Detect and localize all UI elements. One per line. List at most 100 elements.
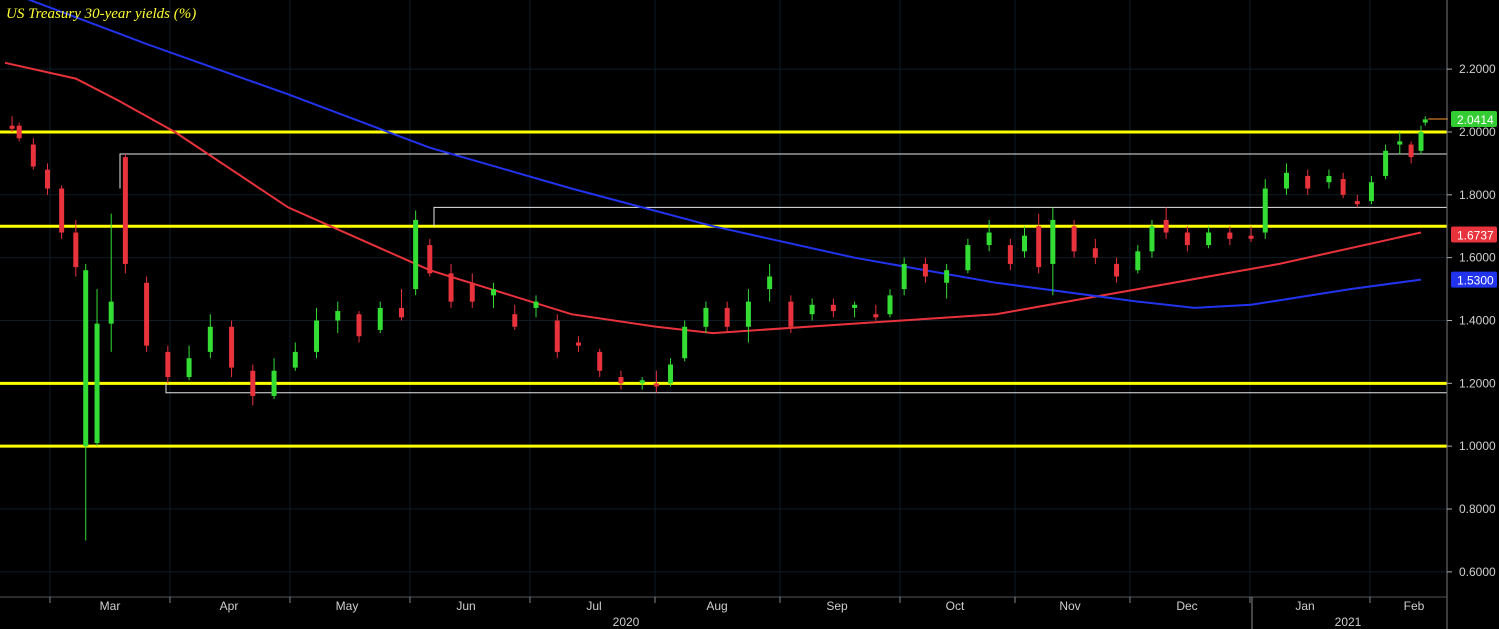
chart-title: US Treasury 30-year yields (%) [6, 6, 197, 22]
candle-body [944, 270, 950, 283]
candle-body [250, 370, 256, 396]
candle-body [1283, 172, 1289, 189]
candle-body [1340, 179, 1346, 195]
x-month-label: Nov [1059, 599, 1080, 613]
candle-body [271, 370, 277, 396]
x-year-label: 2021 [1335, 615, 1362, 629]
candle-body [356, 314, 362, 337]
x-month-label: Dec [1176, 599, 1197, 613]
candle-body [986, 232, 992, 246]
candle-body [1368, 182, 1374, 202]
candle-body [44, 169, 50, 189]
candle-body [108, 301, 114, 324]
candle-body [887, 295, 893, 315]
candle-body [207, 326, 213, 352]
x-month-label: Sep [826, 599, 848, 613]
x-month-label: Mar [100, 599, 121, 613]
x-month-label: Jan [1295, 599, 1314, 613]
price-label: 1.6737 [1457, 228, 1494, 242]
y-tick-label: 1.2000 [1459, 376, 1496, 390]
candle-body [668, 364, 674, 384]
candle-body [965, 245, 971, 271]
candle-body [1383, 150, 1389, 176]
y-tick-label: 1.0000 [1459, 439, 1496, 453]
candle-body [1305, 175, 1311, 189]
candle-body [1036, 226, 1042, 268]
candle-body [1114, 263, 1120, 277]
candle-body [1248, 235, 1254, 239]
candle-body [144, 282, 150, 346]
y-tick-label: 2.2000 [1459, 62, 1496, 76]
candle-body [9, 125, 15, 129]
candle-body [597, 351, 603, 371]
price-label: 2.0414 [1457, 113, 1494, 127]
candle-body [922, 263, 928, 277]
candle-body [873, 314, 879, 318]
candle-body [1326, 175, 1332, 183]
candle-body [94, 323, 100, 444]
y-tick-label: 0.8000 [1459, 502, 1496, 516]
candle-body [16, 125, 22, 139]
candle-body [1163, 219, 1169, 233]
candle-body [73, 232, 79, 268]
candle-body [901, 263, 907, 290]
chart-canvas: 2.2000 2.0000 1.8000 1.6000 1.4000 1.2000 1.00… [0, 0, 1499, 629]
candle-body [314, 320, 320, 352]
candle-body [165, 351, 171, 378]
y-tick-label: 1.8000 [1459, 188, 1496, 202]
candle-body [1149, 226, 1155, 252]
candle-body [639, 380, 645, 384]
candle-body [745, 301, 751, 327]
candle-body [852, 304, 858, 308]
candle-body [1007, 245, 1013, 264]
candle-body [1092, 248, 1098, 258]
candle-body [575, 342, 581, 346]
x-month-label: Jul [586, 599, 601, 613]
candle-body [533, 301, 539, 308]
candle-body [703, 307, 709, 327]
candle-body [1206, 232, 1212, 246]
candle-body [1408, 144, 1414, 158]
price-label: 1.5300 [1457, 274, 1494, 288]
candle-body [1418, 131, 1424, 151]
candle-body [1071, 226, 1077, 252]
y-tick-label: 1.6000 [1459, 251, 1496, 265]
x-month-label: Oct [946, 599, 965, 613]
candle-body [186, 358, 192, 378]
x-month-label: Feb [1404, 599, 1425, 613]
candle-body [1227, 232, 1233, 239]
x-month-label: Aug [706, 599, 727, 613]
candle-body [59, 188, 65, 233]
candle-body [830, 304, 836, 312]
candle-body [512, 314, 518, 327]
y-tick-label: 0.6000 [1459, 565, 1496, 579]
candle-body [1354, 201, 1360, 205]
candle-body [618, 377, 624, 384]
candle-body [1422, 119, 1428, 123]
candle-body [427, 245, 433, 274]
candle-body [1135, 251, 1141, 271]
candle-body [398, 307, 404, 318]
x-month-label: May [336, 599, 359, 613]
candle-body [377, 307, 383, 330]
x-month-label: Jun [456, 599, 475, 613]
x-month-label: Apr [220, 599, 239, 613]
candle-body [30, 144, 36, 167]
candle-body [1397, 141, 1403, 145]
candle-body [83, 270, 89, 447]
candle-body [1022, 235, 1028, 252]
candle-body [122, 157, 128, 264]
y-tick-label: 2.0000 [1459, 125, 1496, 139]
candle-body [653, 383, 659, 387]
x-year-label: 2020 [613, 615, 640, 629]
candle-body [554, 320, 560, 352]
y-tick-label: 1.4000 [1459, 313, 1496, 327]
candle-body [413, 219, 419, 290]
candle-body [1262, 188, 1268, 233]
candle-body [292, 351, 298, 368]
candle-body [809, 304, 815, 315]
candle-body [1184, 232, 1190, 246]
candle-body [469, 282, 475, 302]
candle-body [767, 276, 773, 290]
candle-body [448, 273, 454, 302]
